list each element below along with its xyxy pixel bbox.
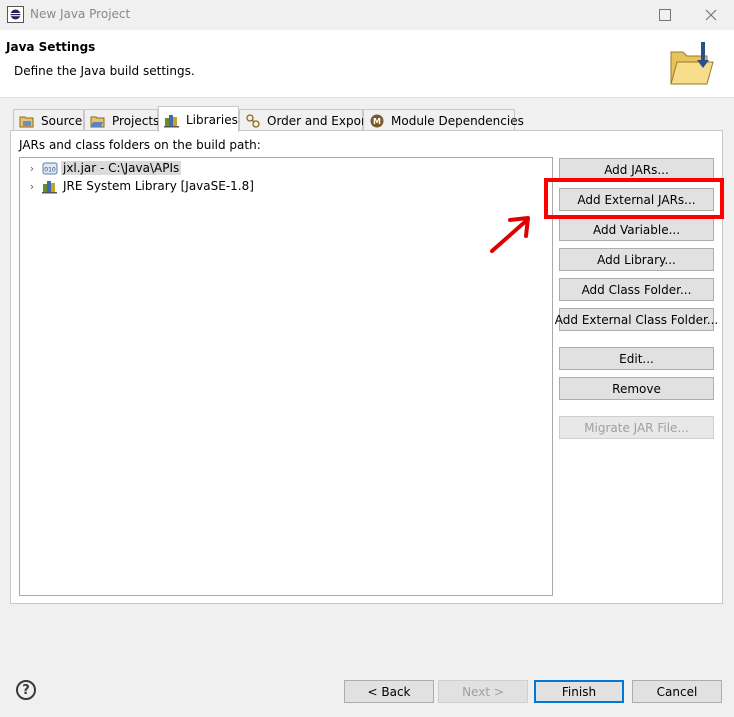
close-icon bbox=[705, 9, 717, 21]
svg-text:M: M bbox=[373, 117, 381, 126]
back-button[interactable]: < Back bbox=[344, 680, 434, 703]
tree-item-label: JRE System Library [JavaSE-1.8] bbox=[63, 179, 254, 193]
remove-button[interactable]: Remove bbox=[559, 377, 714, 400]
tree-item-label: jxl.jar - C:\Java\APIs bbox=[61, 161, 182, 175]
expand-chevron-icon[interactable]: › bbox=[26, 162, 38, 175]
page-description: Define the Java build settings. bbox=[14, 64, 195, 78]
module-icon: M bbox=[370, 114, 384, 127]
tab-source[interactable]: Source bbox=[13, 109, 84, 131]
edit-button[interactable]: Edit... bbox=[559, 347, 714, 370]
maximize-icon bbox=[659, 9, 671, 21]
tree-item-jre-system-library[interactable]: › JRE System Library [JavaSE-1.8] bbox=[20, 177, 552, 195]
source-folder-icon bbox=[19, 116, 34, 127]
cancel-button[interactable]: Cancel bbox=[632, 680, 722, 703]
tab-label: Projects bbox=[112, 113, 160, 128]
libraries-icon bbox=[164, 114, 179, 127]
red-arrow-annotation bbox=[490, 216, 530, 253]
tab-module-dependencies[interactable]: M Module Dependencies bbox=[363, 109, 524, 131]
add-class-folder-button[interactable]: Add Class Folder... bbox=[559, 278, 714, 301]
tree-item-jxl-jar[interactable]: › 010 jxl.jar - C:\Java\APIs bbox=[20, 159, 552, 177]
build-path-label: JARs and class folders on the build path… bbox=[19, 138, 261, 152]
build-path-tree[interactable]: › 010 jxl.jar - C:\Java\APIs › JRE Syste… bbox=[19, 157, 553, 596]
highlight-box bbox=[544, 178, 724, 219]
folder-wizard-icon bbox=[670, 42, 714, 85]
library-icon bbox=[42, 181, 57, 194]
migrate-jar-button[interactable]: Migrate JAR File... bbox=[559, 416, 714, 439]
jar-icon: 010 bbox=[42, 162, 58, 175]
tab-label: Source bbox=[41, 113, 83, 128]
window-title: New Java Project bbox=[30, 7, 131, 21]
tab-label: Order and Export bbox=[267, 113, 371, 128]
tab-label: Libraries bbox=[186, 112, 238, 127]
close-button[interactable] bbox=[688, 0, 734, 30]
maximize-button[interactable] bbox=[642, 0, 688, 30]
order-export-icon bbox=[246, 113, 260, 128]
finish-button[interactable]: Finish bbox=[534, 680, 624, 703]
page-title: Java Settings bbox=[6, 40, 96, 54]
help-icon[interactable]: ? bbox=[16, 680, 36, 700]
tab-libraries[interactable]: Libraries bbox=[158, 106, 239, 132]
add-external-class-folder-button[interactable]: Add External Class Folder... bbox=[555, 308, 718, 331]
tab-projects[interactable]: Projects bbox=[84, 109, 160, 131]
expand-chevron-icon[interactable]: › bbox=[26, 180, 38, 193]
next-button[interactable]: Next > bbox=[438, 680, 528, 703]
add-variable-button[interactable]: Add Variable... bbox=[559, 218, 714, 241]
add-library-button[interactable]: Add Library... bbox=[559, 248, 714, 271]
eclipse-app-icon bbox=[7, 6, 24, 23]
svg-text:010: 010 bbox=[44, 167, 56, 174]
tab-order-and-export[interactable]: Order and Export bbox=[239, 109, 371, 131]
tab-label: Module Dependencies bbox=[391, 113, 524, 128]
projects-icon bbox=[90, 116, 105, 127]
